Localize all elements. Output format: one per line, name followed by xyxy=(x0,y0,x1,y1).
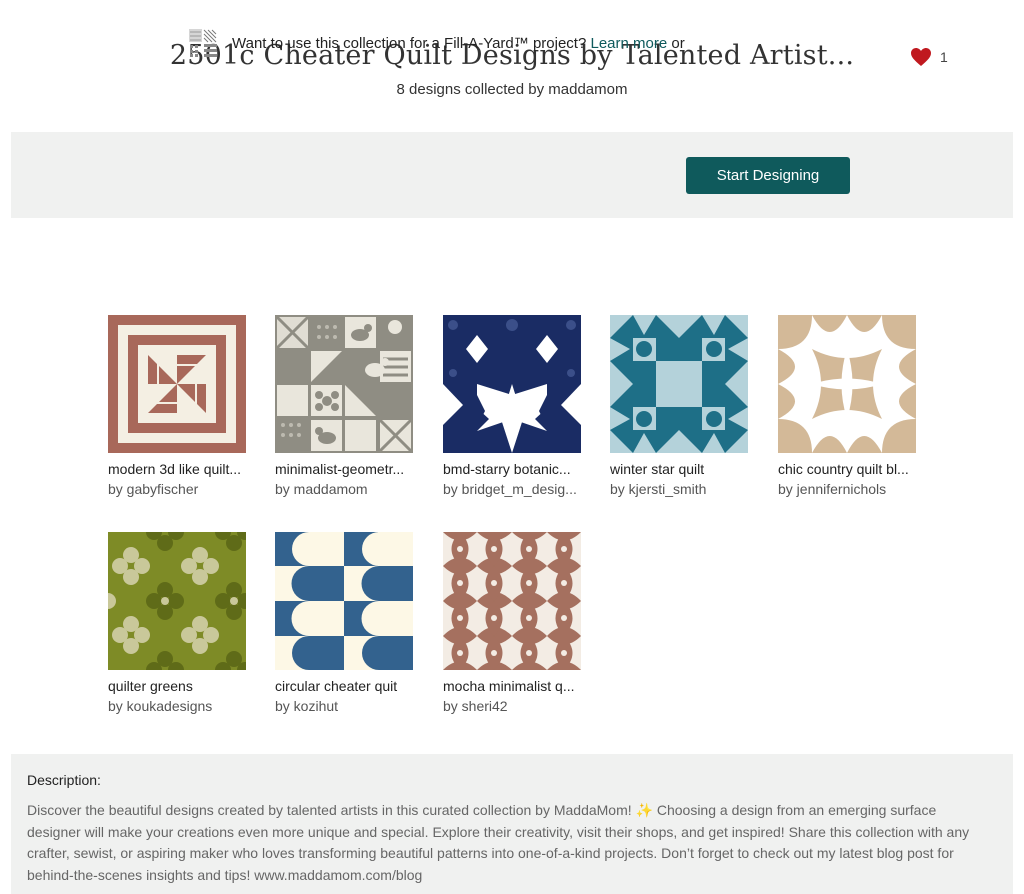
design-name[interactable]: minimalist-geometr... xyxy=(275,461,415,477)
design-thumbnail[interactable] xyxy=(778,315,916,453)
banner-text: Want to use this collection for a Fill-A… xyxy=(232,35,685,52)
design-author[interactable]: by kozihut xyxy=(275,698,415,714)
design-thumbnail[interactable] xyxy=(275,315,413,453)
design-author[interactable]: by bridget_m_desig... xyxy=(443,481,583,497)
fill-a-yard-banner xyxy=(11,132,1013,218)
design-author[interactable]: by jennifernichols xyxy=(778,481,918,497)
design-card[interactable]: winter star quilt by kjersti_smith xyxy=(610,315,748,497)
description-panel: Description: Discover the beautiful desi… xyxy=(11,754,1013,894)
design-card[interactable]: mocha minimalist q... by sheri42 xyxy=(443,532,581,714)
like-button[interactable]: 1 xyxy=(910,47,948,67)
design-card[interactable]: bmd-starry botanic... by bridget_m_desig… xyxy=(443,315,581,497)
description-text: Discover the beautiful designs created b… xyxy=(27,802,970,883)
design-author[interactable]: by kjersti_smith xyxy=(610,481,750,497)
design-thumbnail[interactable] xyxy=(443,532,581,670)
banner-question: Want to use this collection for a Fill-A… xyxy=(232,34,587,52)
learn-more-link[interactable]: Learn more xyxy=(590,35,667,52)
design-card[interactable]: chic country quilt bl... by jennifernich… xyxy=(778,315,916,497)
design-thumbnail[interactable] xyxy=(108,532,246,670)
banner-or: or xyxy=(671,34,685,52)
design-thumbnail[interactable] xyxy=(443,315,581,453)
heart-icon xyxy=(911,48,931,66)
design-thumbnail[interactable] xyxy=(275,532,413,670)
design-card[interactable]: modern 3d like quilt... by gabyfischer xyxy=(108,315,246,497)
design-name[interactable]: mocha minimalist q... xyxy=(443,678,583,694)
design-card[interactable]: minimalist-geometr... by maddamom xyxy=(275,315,413,497)
design-author[interactable]: by gabyfischer xyxy=(108,481,248,497)
design-thumbnail[interactable] xyxy=(108,315,246,453)
design-name[interactable]: circular cheater quit xyxy=(275,678,415,694)
fabric-swatch-icon xyxy=(189,29,217,57)
design-name[interactable]: winter star quilt xyxy=(610,461,750,477)
design-name[interactable]: modern 3d like quilt... xyxy=(108,461,248,477)
collection-subtitle: 8 designs collected by maddamom xyxy=(396,81,628,98)
design-author[interactable]: by koukadesigns xyxy=(108,698,248,714)
design-name[interactable]: chic country quilt bl... xyxy=(778,461,918,477)
like-count: 1 xyxy=(940,49,948,65)
description-label: Description: xyxy=(27,772,101,788)
design-author[interactable]: by maddamom xyxy=(275,481,415,497)
start-designing-button[interactable]: Start Designing xyxy=(686,157,850,194)
design-author[interactable]: by sheri42 xyxy=(443,698,583,714)
design-card[interactable]: quilter greens by koukadesigns xyxy=(108,532,246,714)
design-name[interactable]: bmd-starry botanic... xyxy=(443,461,583,477)
fill-a-yard-prompt: Want to use this collection for a Fill-A… xyxy=(188,25,685,61)
design-name[interactable]: quilter greens xyxy=(108,678,248,694)
design-thumbnail[interactable] xyxy=(610,315,748,453)
design-card[interactable]: circular cheater quit by kozihut xyxy=(275,532,413,714)
